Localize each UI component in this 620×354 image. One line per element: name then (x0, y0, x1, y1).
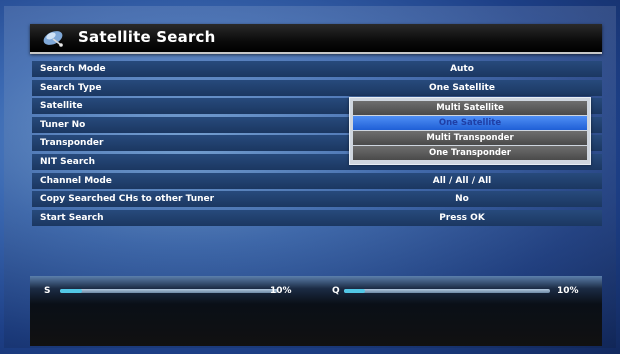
signal-strength-fill (60, 289, 82, 293)
row-value: Auto (450, 64, 474, 74)
row-value: One Satellite (429, 82, 495, 93)
row-label: Tuner No (40, 119, 86, 130)
signal-strength-value: 10% (270, 286, 292, 296)
row-value: All / All / All (432, 175, 492, 186)
row-label: Transponder (40, 138, 104, 149)
row-copy-searched-chs[interactable]: Copy Searched CHs to other Tuner No (32, 191, 602, 208)
dropdown-option-one-satellite[interactable]: One Satellite (353, 116, 587, 130)
row-label: Search Mode (40, 64, 106, 74)
row-value: No (455, 194, 469, 205)
row-label: Search Type (40, 82, 102, 93)
row-label: Satellite (40, 101, 83, 112)
dropdown-option-multi-transponder[interactable]: Multi Transponder (353, 131, 587, 145)
title-bar: Satellite Search (30, 24, 602, 54)
row-label: Channel Mode (40, 175, 112, 186)
signal-quality-label: Q (332, 286, 340, 296)
row-value: Press OK (439, 212, 485, 223)
row-search-type[interactable]: Search Type One Satellite (32, 79, 602, 96)
row-start-search[interactable]: Start Search Press OK (32, 209, 602, 226)
satellite-dish-icon (40, 27, 66, 49)
signal-strength-bar (60, 289, 278, 293)
dropdown-option-one-transponder[interactable]: One Transponder (353, 146, 587, 160)
search-type-dropdown[interactable]: Multi Satellite One Satellite Multi Tran… (349, 97, 591, 165)
signal-quality-fill (344, 289, 365, 293)
dropdown-option-multi-satellite[interactable]: Multi Satellite (353, 101, 587, 115)
row-search-mode[interactable]: Search Mode Auto (32, 61, 602, 77)
signal-quality-bar (344, 289, 550, 293)
signal-panel: S 10% Q 10% (30, 276, 602, 346)
signal-strength-label: S (44, 286, 51, 296)
row-label: Copy Searched CHs to other Tuner (40, 194, 215, 205)
row-channel-mode[interactable]: Channel Mode All / All / All (32, 172, 602, 189)
signal-quality-value: 10% (557, 286, 579, 296)
page-title: Satellite Search (78, 28, 216, 46)
row-label: NIT Search (40, 156, 95, 167)
row-label: Start Search (40, 212, 104, 223)
